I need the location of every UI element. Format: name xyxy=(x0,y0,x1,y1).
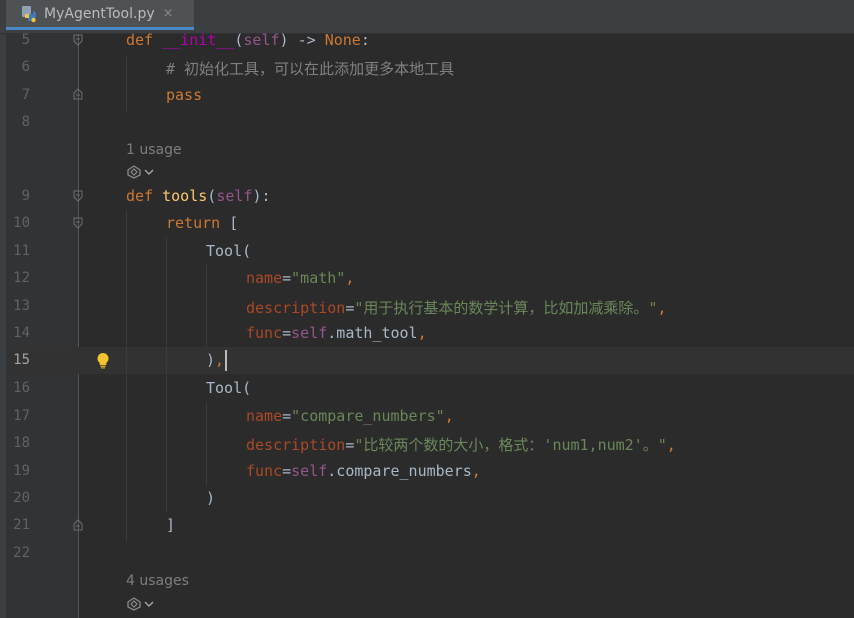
self-param: self xyxy=(243,31,280,49)
tab-myagenttool[interactable]: MyAgentTool.py × xyxy=(6,0,194,30)
kwarg: description xyxy=(246,436,346,454)
line-number: 9 xyxy=(21,188,30,204)
ai-assist-icon[interactable] xyxy=(126,165,142,179)
usage-hint[interactable]: 1 usage xyxy=(126,142,182,158)
line-number: 7 xyxy=(21,87,30,103)
current-line-highlight xyxy=(6,347,854,374)
kwarg: name xyxy=(246,269,283,287)
indent-guide xyxy=(126,57,127,111)
keyword: def xyxy=(126,187,154,205)
code-line-14: func=self.math_tool, xyxy=(246,324,427,342)
code-line-11: Tool( xyxy=(206,242,252,260)
usage-actions[interactable] xyxy=(126,165,154,179)
code-line-5: def __init__(self) -> None: xyxy=(126,31,370,49)
code-line-15: ), xyxy=(206,351,225,369)
line-number: 5 xyxy=(21,32,30,48)
line-number: 17 xyxy=(13,408,30,424)
string: "比较两个数的大小，格式：'num1,num2'。" xyxy=(354,436,667,454)
self-param: self xyxy=(216,187,253,205)
string: "math" xyxy=(291,269,346,287)
code-line-17: name="compare_numbers", xyxy=(246,407,454,425)
line-number: 12 xyxy=(13,270,30,286)
line-number: 18 xyxy=(13,435,30,451)
string: "compare_numbers" xyxy=(291,407,445,425)
fold-collapse-icon[interactable] xyxy=(73,217,83,229)
code-line-9: def tools(self): xyxy=(126,187,271,205)
line-number: 21 xyxy=(13,517,30,533)
self-ref: self xyxy=(291,324,328,342)
line-number: 20 xyxy=(13,490,30,506)
code-line-13: description="用于执行基本的数学计算，比如加减乘除。", xyxy=(246,299,667,317)
self-ref: self xyxy=(291,462,328,480)
fold-collapse-icon[interactable] xyxy=(73,190,83,202)
line-number: 13 xyxy=(13,298,30,314)
code-line-16: Tool( xyxy=(206,379,252,397)
method-name: __init__ xyxy=(162,31,235,49)
keyword: return xyxy=(166,214,221,232)
comment: # 初始化工具，可以在此添加更多本地工具 xyxy=(166,60,455,78)
code-line-19: func=self.compare_numbers, xyxy=(246,462,481,480)
close-tab-icon[interactable]: × xyxy=(163,6,174,21)
usage-actions[interactable] xyxy=(126,597,154,611)
code-line-18: description="比较两个数的大小，格式：'num1,num2'。", xyxy=(246,436,676,454)
line-number: 19 xyxy=(13,463,30,479)
line-number: 11 xyxy=(13,243,30,259)
python-file-icon xyxy=(22,5,36,22)
line-number: 8 xyxy=(21,114,30,130)
string: "用于执行基本的数学计算，比如加减乘除。" xyxy=(354,299,658,317)
function-name: tools xyxy=(162,187,208,205)
fold-end-icon[interactable] xyxy=(73,519,83,531)
line-number-active: 15 xyxy=(13,352,30,368)
code-line-21: ] xyxy=(166,516,176,534)
fold-collapse-icon[interactable] xyxy=(73,34,83,46)
line-number: 16 xyxy=(13,380,30,396)
text-caret xyxy=(225,350,227,371)
keyword: None xyxy=(324,31,361,49)
line-number: 10 xyxy=(13,215,30,231)
fold-end-icon[interactable] xyxy=(73,88,83,100)
lightbulb-icon[interactable] xyxy=(96,352,110,369)
keyword: def xyxy=(126,31,154,49)
line-number: 22 xyxy=(13,545,30,561)
keyword: pass xyxy=(166,86,203,104)
indent-guide xyxy=(206,265,207,347)
code-line-12: name="math", xyxy=(246,269,355,287)
editor-tab-bar: MyAgentTool.py × xyxy=(0,0,854,34)
chevron-down-icon[interactable] xyxy=(144,600,154,608)
kwarg: name xyxy=(246,407,283,425)
kwarg: func xyxy=(246,324,283,342)
line-number: 14 xyxy=(13,325,30,341)
indent-guide xyxy=(206,403,207,485)
line-number: 6 xyxy=(21,59,30,75)
code-line-6: # 初始化工具，可以在此添加更多本地工具 xyxy=(166,58,454,79)
code-line-10: return [ xyxy=(166,214,239,232)
usage-hint[interactable]: 4 usages xyxy=(126,573,189,589)
code-editor[interactable] xyxy=(79,34,854,618)
indent-guide xyxy=(126,211,127,541)
indent-guide xyxy=(166,238,167,513)
code-line-20: ) xyxy=(206,489,216,507)
kwarg: func xyxy=(246,462,283,480)
ai-assist-icon[interactable] xyxy=(126,597,142,611)
tab-title: MyAgentTool.py xyxy=(44,5,155,22)
kwarg: description xyxy=(246,299,346,317)
code-line-7: pass xyxy=(166,86,202,104)
chevron-down-icon[interactable] xyxy=(144,168,154,176)
